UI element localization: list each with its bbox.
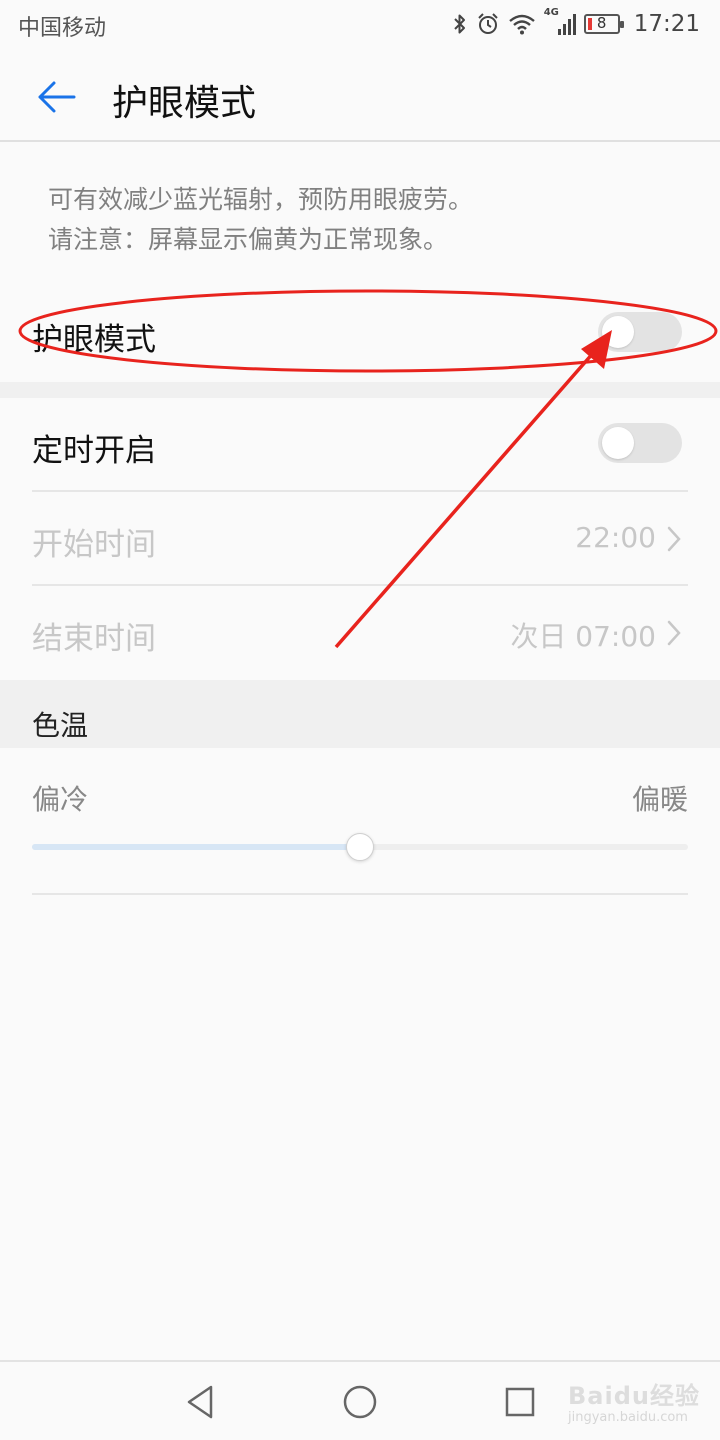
eye-mode-toggle[interactable]	[598, 312, 682, 352]
watermark-brand: Baidu经验	[568, 1382, 700, 1410]
cool-label: 偏冷	[32, 783, 89, 816]
start-time-value: 22:00	[575, 521, 656, 554]
eye-mode-label: 护眼模式	[32, 322, 156, 358]
slider-track-fill	[32, 844, 360, 850]
end-time-value: 次日 07:00	[510, 620, 656, 653]
carrier-name: 中国移动	[18, 16, 107, 41]
watermark-url: jingyan.baidu.com	[568, 1410, 688, 1425]
chevron-right-icon	[667, 620, 681, 646]
schedule-label: 定时开启	[32, 433, 156, 469]
wifi-icon	[508, 14, 535, 35]
back-button[interactable]	[28, 72, 84, 122]
description-line-1: 可有效减少蓝光辐射，预防用眼疲劳。	[48, 185, 474, 214]
divider	[32, 893, 688, 895]
nav-home-icon	[343, 1385, 377, 1419]
nav-back-icon	[187, 1385, 213, 1419]
color-temp-header: 色温	[32, 709, 89, 742]
mode-description: 可有效减少蓝光辐射，预防用眼疲劳。 请注意：屏幕显示偏黄为正常现象。	[48, 180, 473, 260]
signal-icon: 4G	[544, 7, 576, 37]
schedule-toggle[interactable]	[598, 423, 682, 463]
description-line-2: 请注意：屏幕显示偏黄为正常现象。	[48, 225, 449, 254]
toggle-knob	[602, 427, 634, 459]
slider-thumb[interactable]	[346, 833, 374, 861]
nav-recents-icon	[505, 1387, 535, 1417]
color-temp-header-band	[0, 680, 720, 748]
arrow-left-icon	[38, 81, 76, 113]
bluetooth-icon	[453, 14, 465, 34]
app-bar: 护眼模式	[0, 48, 720, 142]
divider	[32, 490, 688, 492]
nav-recents-button[interactable]	[498, 1380, 542, 1424]
page-title: 护眼模式	[112, 83, 257, 124]
status-icons: 4G 8 17:21	[452, 7, 700, 40]
status-bar: 中国移动 4G 8 17:21	[0, 0, 720, 48]
baidu-watermark: Baidu经验 jingyan.baidu.com	[556, 1376, 699, 1436]
battery-icon: 8	[583, 14, 624, 34]
warm-label: 偏暖	[631, 783, 688, 816]
status-time: 17:21	[633, 11, 700, 37]
color-temp-slider[interactable]	[32, 832, 688, 862]
chevron-right-icon	[667, 526, 681, 552]
eye-comfort-settings-screen: 中国移动 4G 8 17:21 护眼模式 可有效减少蓝光辐射，预防用眼疲劳。 请…	[0, 0, 720, 1440]
nav-back-button[interactable]	[178, 1380, 222, 1424]
start-time-label: 开始时间	[32, 527, 156, 563]
nav-home-button[interactable]	[338, 1380, 382, 1424]
battery-level: 8	[596, 14, 607, 32]
section-spacer	[0, 382, 720, 398]
alarm-icon	[477, 13, 498, 34]
divider	[32, 584, 688, 586]
end-time-label: 结束时间	[32, 621, 156, 657]
toggle-knob	[602, 316, 634, 348]
